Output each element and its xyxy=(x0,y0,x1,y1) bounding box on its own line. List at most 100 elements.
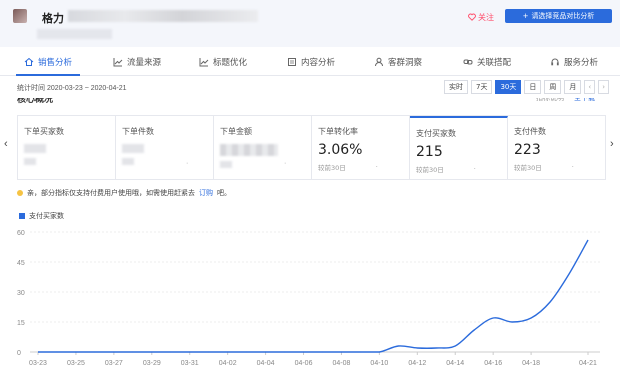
metric-value: 215 xyxy=(416,144,443,160)
product-header: 格力 关注 + 请选择竞品对比分析 xyxy=(0,0,620,47)
follow-button[interactable]: 关注 xyxy=(468,12,494,23)
trend-chart-icon xyxy=(113,57,123,67)
order-link[interactable]: 订购 xyxy=(199,188,213,198)
metric-compare-blurred xyxy=(220,161,232,168)
metric-compare: 较前30日 · xyxy=(416,164,507,174)
product-title-blurred xyxy=(68,10,258,22)
metric-cards: 下单买家数 下单件数 · 下单金额 · 下单转化率 3.06% 较前30日 · 支… xyxy=(17,115,606,180)
follow-label: 关注 xyxy=(478,13,494,22)
metric-value-blurred xyxy=(24,144,46,153)
metric-card-active[interactable]: 支付买家数 215 较前30日 · xyxy=(410,116,508,179)
series-line-payers[interactable] xyxy=(38,239,589,353)
metric-card[interactable]: 支付件数 223 较前30日 · xyxy=(508,116,605,179)
x-tick-label: 04-21 xyxy=(579,360,597,367)
range-7d-button[interactable]: 7天 xyxy=(471,80,493,94)
tab-title-optimize[interactable]: 标题优化 xyxy=(199,47,247,76)
chevron-right-icon[interactable]: › xyxy=(598,80,610,94)
plus-icon: + xyxy=(522,12,529,20)
x-tick-label: 03-31 xyxy=(181,360,199,367)
tab-label: 流量来源 xyxy=(127,57,162,68)
x-tick-label: 04-18 xyxy=(522,360,540,367)
product-thumbnail[interactable] xyxy=(13,9,27,23)
range-selector: 实时 7天 30天 日 周 月 ‹ › xyxy=(444,80,610,94)
line-chart[interactable]: 0 15 30 45 60 03-23 03-25 03-27 03-29 03-31 04-02 0… xyxy=(0,220,620,371)
x-tick-label: 03-25 xyxy=(67,360,85,367)
time-filter-row: 统计时间 2020-03-23 ~ 2020-04-21 实时 7天 30天 日… xyxy=(0,76,620,98)
metric-value: 223 xyxy=(514,142,541,158)
compare-button-label: 请选择竞品对比分析 xyxy=(531,12,595,20)
x-tick-label: 03-27 xyxy=(105,360,123,367)
trend-chart-icon xyxy=(199,57,209,67)
y-tick-label: 30 xyxy=(17,290,25,297)
product-subtitle-blurred xyxy=(37,29,112,39)
metric-name: 下单转化率 xyxy=(318,127,358,136)
y-tick-label: 45 xyxy=(17,260,25,267)
metric-compare: 较前30日 · xyxy=(318,162,409,172)
x-tick-label: 03-29 xyxy=(143,360,161,367)
x-tick-label: 04-02 xyxy=(219,360,237,367)
link-icon xyxy=(463,57,473,67)
core-overview-title: 核心概况 xyxy=(17,98,54,105)
y-tick-label: 15 xyxy=(17,320,25,327)
metric-card[interactable]: 下单金额 · xyxy=(214,116,312,179)
headset-icon xyxy=(550,57,560,67)
tab-label: 关联搭配 xyxy=(477,57,512,68)
metric-compare-blurred xyxy=(24,158,36,165)
download-link[interactable]: 全下载 xyxy=(574,98,595,103)
dot: · xyxy=(186,160,189,167)
x-tick-label: 03-23 xyxy=(29,360,47,367)
metric-card[interactable]: 下单买家数 xyxy=(18,116,116,179)
metric-compare: 较前30日 · xyxy=(514,162,605,172)
tab-content[interactable]: 内容分析 xyxy=(287,47,335,76)
compare-competitor-button[interactable]: + 请选择竞品对比分析 xyxy=(505,9,612,23)
tab-association[interactable]: 关联搭配 xyxy=(463,47,511,76)
dot: · xyxy=(473,165,476,173)
range-day-button[interactable]: 日 xyxy=(524,80,542,94)
home-icon xyxy=(24,57,34,67)
chevron-left-icon[interactable]: ‹ xyxy=(584,80,596,94)
tab-traffic[interactable]: 流量来源 xyxy=(113,47,161,76)
x-tick-label: 04-10 xyxy=(370,360,388,367)
tab-audience[interactable]: 客群洞察 xyxy=(374,47,422,76)
range-week-button[interactable]: 周 xyxy=(544,80,562,94)
chevron-right-icon[interactable]: › xyxy=(610,138,614,150)
metric-card[interactable]: 下单件数 · xyxy=(116,116,214,179)
document-icon xyxy=(287,57,297,67)
tab-sales[interactable]: 销售分析 xyxy=(15,47,81,76)
metric-description-link[interactable]: 指标说明 xyxy=(536,98,564,103)
product-title: 格力 xyxy=(42,12,64,25)
metric-value-blurred xyxy=(122,144,144,153)
analysis-tabs: 销售分析 流量来源 标题优化 内容分析 客群洞察 关联搭配 服务分析 xyxy=(0,47,620,76)
dot: · xyxy=(375,163,378,171)
users-icon xyxy=(374,57,384,67)
tab-label: 销售分析 xyxy=(38,57,73,68)
x-tick-label: 04-14 xyxy=(446,360,464,367)
notice-text: 亲，部分指标仅支持付费用户使用哦，如需使用赶紧去 xyxy=(27,189,195,197)
range-30d-button[interactable]: 30天 xyxy=(495,80,522,94)
tab-service[interactable]: 服务分析 xyxy=(550,47,598,76)
legend-swatch xyxy=(19,213,25,219)
notice-suffix: 吧。 xyxy=(217,189,231,197)
metric-value-blurred xyxy=(220,144,278,156)
metric-name: 支付件数 xyxy=(514,127,546,136)
tab-label: 标题优化 xyxy=(213,57,248,68)
tab-label: 客群洞察 xyxy=(388,57,423,68)
chevron-left-icon[interactable]: ‹ xyxy=(4,138,8,150)
metric-name: 下单买家数 xyxy=(24,127,64,136)
range-realtime-button[interactable]: 实时 xyxy=(444,80,468,94)
y-tick-label: 60 xyxy=(17,230,25,237)
stat-time-range: 统计时间 2020-03-23 ~ 2020-04-21 xyxy=(17,85,127,92)
metric-compare-blurred xyxy=(122,158,134,165)
y-tick-label: 0 xyxy=(17,350,21,357)
range-month-button[interactable]: 月 xyxy=(564,80,582,94)
metric-card[interactable]: 下单转化率 3.06% 较前30日 · xyxy=(312,116,410,179)
x-tick-label: 04-08 xyxy=(332,360,350,367)
dot: · xyxy=(571,163,574,171)
heart-icon xyxy=(468,13,476,23)
metric-name: 下单件数 xyxy=(122,127,154,136)
compare-label: 较前30日 xyxy=(318,164,346,172)
compare-label: 较前30日 xyxy=(514,164,542,172)
metric-name: 支付买家数 xyxy=(416,129,456,138)
tab-label: 服务分析 xyxy=(564,57,599,68)
info-dot-icon xyxy=(17,190,23,196)
